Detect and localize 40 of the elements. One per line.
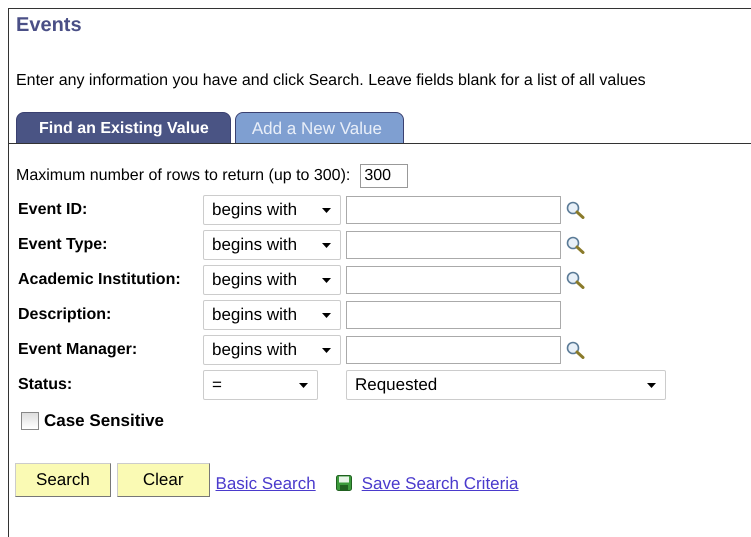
field-label: Maximum number of rows to return (up to 300):	[16, 167, 350, 185]
input-field[interactable]	[346, 231, 561, 259]
operator-dropdown[interactable]: =	[203, 370, 318, 400]
field-label: Event Manager:	[18, 341, 138, 359]
tab[interactable]: Find an Existing Value	[16, 112, 231, 143]
input-field[interactable]: 300	[360, 164, 408, 188]
input-field[interactable]	[346, 266, 561, 294]
caret-icon	[322, 208, 331, 212]
field-label: Status:	[18, 376, 74, 394]
search-icon[interactable]	[566, 201, 585, 219]
field-label: Event ID:	[18, 201, 88, 219]
input-field[interactable]	[346, 196, 561, 224]
button[interactable]: Search	[15, 463, 111, 497]
link[interactable]: Save Search Criteria	[362, 474, 519, 494]
caret-icon	[647, 382, 656, 388]
caret-icon	[322, 242, 331, 248]
caret-icon	[299, 382, 308, 388]
search-icon[interactable]	[566, 236, 585, 254]
checkbox[interactable]	[21, 412, 39, 430]
field-label: Event Type:	[18, 236, 108, 254]
link[interactable]: Basic Search	[216, 474, 316, 494]
search-icon[interactable]	[566, 271, 585, 289]
button[interactable]: Clear	[116, 463, 210, 497]
operator-dropdown[interactable]: begins with	[203, 195, 341, 225]
field-label: Academic Institution:	[18, 271, 182, 289]
input-field[interactable]	[346, 301, 561, 329]
checkbox-label: Case Sensitive	[44, 411, 164, 431]
operator-dropdown[interactable]: begins with	[203, 265, 341, 295]
input-field[interactable]	[346, 336, 561, 364]
search-icon[interactable]	[566, 341, 585, 359]
caret-icon	[322, 278, 331, 282]
operator-dropdown[interactable]: begins with	[203, 335, 341, 365]
operator-dropdown[interactable]: begins with	[203, 230, 341, 260]
field-label: Description:	[18, 306, 112, 324]
caret-icon	[322, 312, 331, 318]
caret-icon	[322, 348, 331, 352]
page-title: Events	[16, 14, 83, 37]
instruction-text: Enter any information you have and click Search. Leave fields blank for a list of all values	[16, 72, 647, 90]
operator-dropdown[interactable]: begins with	[203, 300, 341, 330]
status-dropdown[interactable]: Requested	[346, 370, 666, 400]
